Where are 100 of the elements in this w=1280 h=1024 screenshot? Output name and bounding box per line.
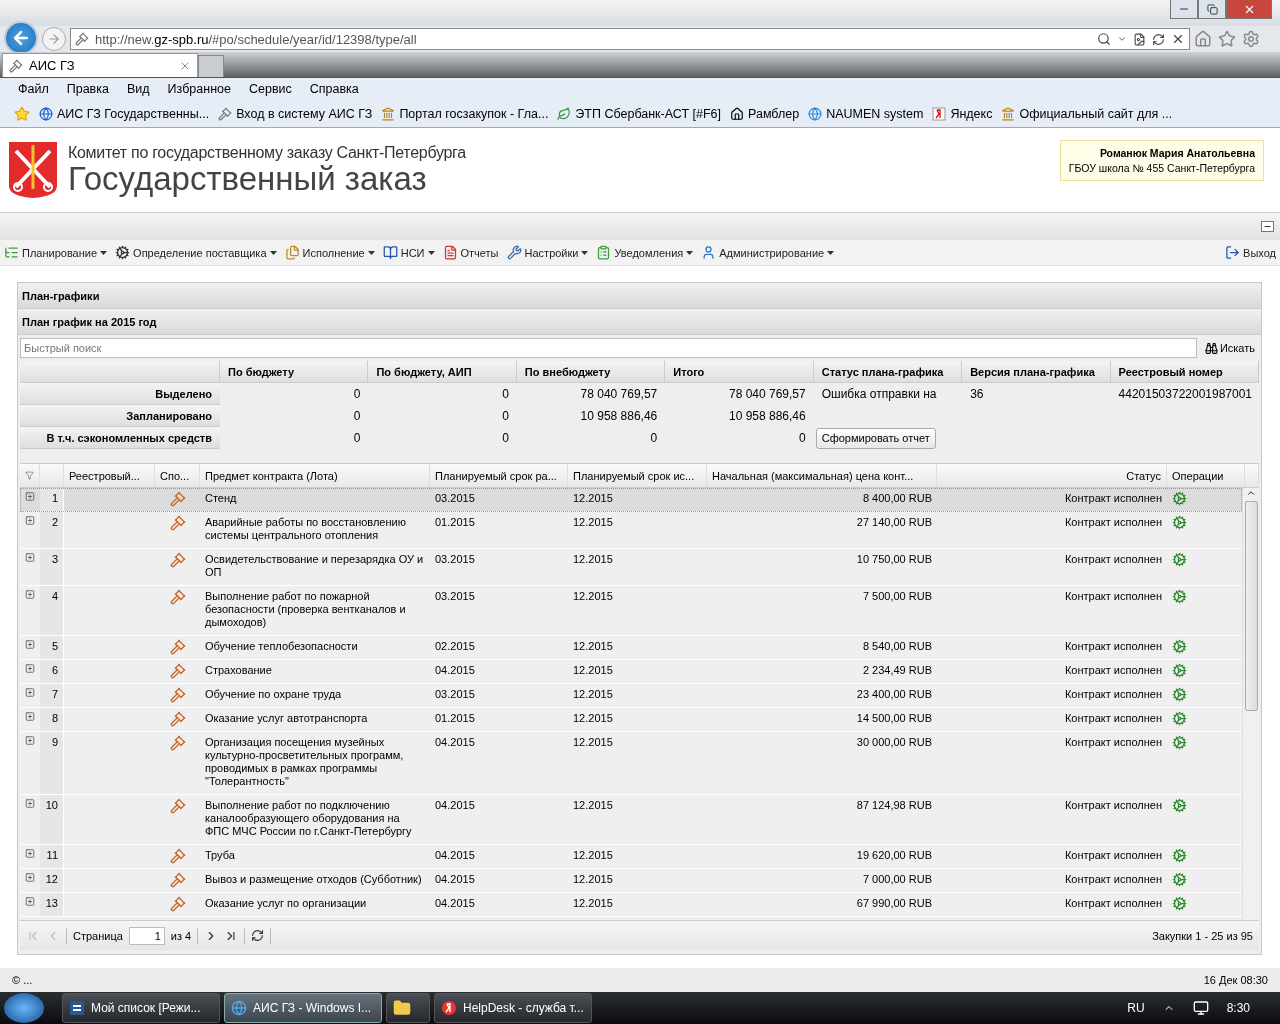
settings-icon[interactable] (1242, 30, 1260, 48)
collapse-button[interactable] (1261, 221, 1274, 232)
column-header[interactable]: Планируемый срок ра... (430, 464, 568, 487)
refresh-icon[interactable] (1152, 32, 1165, 46)
gear-icon[interactable] (1172, 848, 1187, 863)
expand-icon[interactable] (25, 735, 35, 746)
table-row[interactable]: 8 Оказание услуг автотранспорта 01.2015 12.2015 14 500,00 RUB Контракт исполнен (20, 708, 1242, 732)
expand-icon[interactable] (25, 687, 35, 698)
refresh-button[interactable] (251, 929, 265, 942)
new-tab-button[interactable] (198, 55, 224, 77)
filter-icon[interactable] (25, 469, 34, 482)
expand-icon[interactable] (25, 896, 35, 907)
search-icon[interactable] (1097, 32, 1111, 46)
table-row[interactable]: 5 Обучение теплобезопасности 02.2015 12.2015 8 540,00 RUB Контракт исполнен (20, 636, 1242, 660)
taskbar-button[interactable]: HelpDesk - служба т... (434, 993, 592, 1023)
table-row[interactable]: 11 Труба 04.2015 12.2015 19 620,00 RUB Контракт исполнен (20, 845, 1242, 869)
expand-icon[interactable] (25, 552, 35, 563)
expand-icon[interactable] (25, 639, 35, 650)
table-row[interactable]: 3 Освидетельствование и перезарядка ОУ и ОП 03.2015 12.2015 10 750,00 RUB Контракт исполнен (20, 549, 1242, 586)
expand-icon[interactable] (25, 798, 35, 809)
expand-icon[interactable] (25, 872, 35, 883)
caret-icon[interactable] (1117, 34, 1127, 44)
expand-icon[interactable] (25, 491, 35, 502)
table-row[interactable]: 10 Выполнение работ по подключению каналообразующего оборудования на ФПС МЧС России по г.Санкт-Петербургу 04.2015 12.2015 87 124,98 RUB Контракт исполнен (20, 795, 1242, 845)
start-button[interactable] (4, 993, 44, 1023)
stop-icon[interactable] (1171, 32, 1185, 46)
column-header[interactable]: Операции (1167, 464, 1245, 487)
favorite-link[interactable]: Рамблер (730, 106, 800, 121)
favorites-icon[interactable] (1218, 30, 1236, 48)
expand-icon[interactable] (25, 515, 35, 526)
nav-menu-item[interactable]: Уведомления (596, 245, 694, 260)
browser-tab[interactable]: АИС ГЗ (2, 53, 198, 77)
nav-menu-item[interactable]: Определение поставщика (115, 245, 277, 260)
menu-item[interactable]: Правка (66, 82, 109, 96)
nav-menu-item[interactable]: Настройки (506, 245, 589, 260)
expand-icon[interactable] (25, 663, 35, 674)
search-button[interactable]: Искать (1200, 341, 1259, 355)
column-header[interactable]: Планируемый срок ис... (568, 464, 707, 487)
gear-icon[interactable] (1172, 711, 1187, 726)
favorite-link[interactable]: Официальный сайт для ... (1001, 106, 1173, 121)
column-header[interactable]: Реестровый... (64, 464, 155, 487)
table-row[interactable]: 12 Вывоз и размещение отходов (Субботник) 04.2015 12.2015 7 000,00 RUB Контракт исполнен (20, 869, 1242, 893)
scroll-up-icon[interactable] (1246, 488, 1256, 498)
scrollbar[interactable] (1242, 488, 1259, 920)
gear-icon[interactable] (1172, 589, 1187, 604)
gear-icon[interactable] (1172, 735, 1187, 750)
favorite-link[interactable]: ЭТП Сбербанк-АСТ [#F6] (557, 106, 721, 121)
menu-item[interactable]: Избранное (167, 82, 231, 96)
gear-icon[interactable] (1172, 896, 1187, 911)
gear-icon[interactable] (1172, 491, 1187, 506)
table-row[interactable]: 7 Обучение по охране труда 03.2015 12.2015 23 400,00 RUB Контракт исполнен (20, 684, 1242, 708)
nav-menu-item[interactable]: Планирование (4, 245, 108, 260)
expand-icon[interactable] (25, 848, 35, 859)
report-button[interactable]: Сформировать отчет (815, 427, 936, 449)
nav-menu-item[interactable]: Администрирование (701, 245, 835, 260)
clock[interactable]: 8:30 (1226, 1001, 1250, 1015)
gear-icon[interactable] (1172, 798, 1187, 813)
address-field[interactable]: http://new.gz-spb.ru/#po/schedule/year/id/12398/type/all (70, 28, 1190, 50)
restore-button[interactable] (1198, 0, 1226, 19)
nav-menu-item[interactable]: НСИ (382, 245, 435, 260)
taskbar-button[interactable]: Мой список [Режи... (62, 993, 220, 1023)
table-row[interactable]: 6 Страхование 04.2015 12.2015 2 234,49 RUB Контракт исполнен (20, 660, 1242, 684)
search-field[interactable]: Быстрый поиск (20, 338, 1197, 358)
gear-icon[interactable] (1172, 515, 1187, 530)
gear-icon[interactable] (1172, 872, 1187, 887)
favorite-link[interactable]: NAUMEN system (808, 106, 924, 121)
column-header[interactable]: Предмет контракта (Лота) (200, 464, 430, 487)
menu-item[interactable]: Справка (309, 82, 359, 96)
minimize-button[interactable] (1170, 0, 1198, 19)
favorite-link[interactable]: АИС ГЗ Государственны... (39, 106, 210, 121)
forward-button[interactable] (42, 27, 66, 51)
expand-icon[interactable] (25, 711, 35, 722)
favorite-link[interactable]: Вход в систему АИС ГЗ (218, 106, 373, 121)
menu-item[interactable]: Вид (126, 82, 150, 96)
gear-icon[interactable] (1172, 663, 1187, 678)
favorite-link[interactable]: Портал госзакупок - Гла... (381, 106, 549, 121)
taskbar-button[interactable]: АИС ГЗ - Windows I... (224, 993, 382, 1023)
favorite-link[interactable]: Яндекс (932, 106, 993, 121)
expand-icon[interactable] (25, 589, 35, 600)
table-row[interactable]: 13 Оказание услуг по организации 04.2015 12.2015 67 990,00 RUB Контракт исполнен (20, 893, 1242, 917)
language-indicator[interactable]: RU (1127, 1001, 1145, 1015)
column-header[interactable]: Начальная (максимальная) цена конт... (707, 464, 937, 487)
gear-icon[interactable] (1172, 687, 1187, 702)
gear-icon[interactable] (1172, 552, 1187, 567)
page-field[interactable]: 1 (128, 926, 165, 945)
table-row[interactable]: 4 Выполнение работ по пожарной безопасности (проверка вентканалов и дымоходов) 03.2015 12.2015 7 500,00 RUB Контракт исполнен (20, 586, 1242, 636)
column-header[interactable]: Спо... (155, 464, 200, 487)
column-header[interactable]: Статус (937, 464, 1167, 487)
menu-item[interactable]: Файл (18, 82, 49, 96)
network-icon[interactable] (1192, 1000, 1209, 1016)
home-icon[interactable] (1194, 30, 1212, 48)
nav-menu-item[interactable]: Отчеты (442, 245, 499, 260)
compatibility-icon[interactable] (1133, 32, 1146, 46)
logout-button[interactable]: Выход (1225, 245, 1276, 260)
menu-item[interactable]: Сервис (248, 82, 292, 96)
taskbar-button[interactable] (386, 993, 430, 1023)
table-row[interactable]: 2 Аварийные работы по восстановлению системы центрального отопления 01.2015 12.2015 27 140,00 RUB Контракт исполнен (20, 512, 1242, 549)
nav-menu-item[interactable]: Исполнение (284, 245, 375, 260)
table-row[interactable]: 9 Организация посещения музейных культурно-просветительных программ, проводимых в рамках программы "Толерантность" 04.2015 12.2015 30 000,00 RUB Контракт исполнен (20, 732, 1242, 795)
gear-icon[interactable] (1172, 639, 1187, 654)
